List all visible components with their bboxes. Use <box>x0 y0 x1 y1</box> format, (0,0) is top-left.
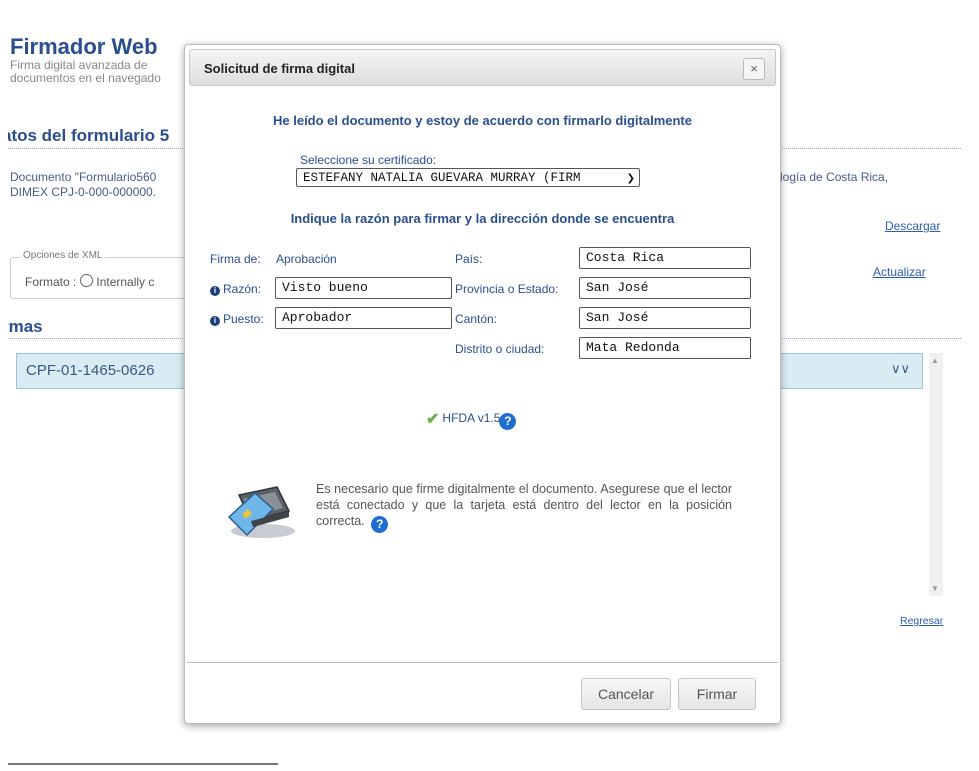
pais-input[interactable]: Costa Rica <box>579 247 751 269</box>
puesto-label: Puesto: <box>223 312 264 326</box>
chevron-down-icon: ❯ <box>626 173 635 184</box>
sign-button[interactable]: Firmar <box>678 678 756 710</box>
cancel-button[interactable]: Cancelar <box>581 678 671 710</box>
firma-de-value: Aprobación <box>276 252 337 266</box>
signature-request-dialog: Solicitud de firma digital × He leído el… <box>184 44 781 724</box>
provincia-input[interactable]: San José <box>579 277 751 299</box>
canton-input[interactable]: San José <box>579 307 751 329</box>
info-icon[interactable]: i <box>210 316 220 326</box>
puesto-input[interactable]: Aprobador <box>275 307 452 329</box>
reason-heading: Indique la razón para firmar y la direcc… <box>290 211 675 226</box>
dialog-header: Solicitud de firma digital × <box>189 49 776 86</box>
certificate-select[interactable]: ESTEFANY NATALIA GUEVARA MURRAY (FIRM ❯ <box>296 168 640 187</box>
firma-de-label: Firma de: <box>210 252 261 266</box>
close-icon[interactable]: × <box>743 58 765 80</box>
provincia-label: Provincia o Estado: <box>455 282 559 296</box>
check-icon: ✔ <box>426 411 440 428</box>
puesto-label-group: i Puesto: <box>210 312 264 326</box>
info-icon[interactable]: i <box>210 286 220 296</box>
razon-label: Razón: <box>223 282 262 296</box>
agreement-heading: He leído el documento y estoy de acuerdo… <box>273 113 692 128</box>
card-reader-icon <box>227 486 295 538</box>
razon-label-group: i Razón: <box>210 282 261 296</box>
help-icon[interactable]: ? <box>499 413 517 430</box>
version-label: HFDA v1.5 <box>442 411 501 425</box>
distrito-label: Distrito o ciudad: <box>455 342 545 356</box>
pais-label: País: <box>455 252 483 266</box>
help-icon[interactable]: ? <box>371 516 389 533</box>
instruction-message: Es necesario que firme digitalmente el d… <box>316 481 732 533</box>
distrito-input[interactable]: Mata Redonda <box>579 337 751 359</box>
certificate-label: Seleccione su certificado: <box>300 153 437 167</box>
dialog-title: Solicitud de firma digital <box>204 61 355 76</box>
canton-label: Cantón: <box>455 312 498 326</box>
version-row: ✔ HFDA v1.5? <box>426 409 517 430</box>
certificate-selected-value: ESTEFANY NATALIA GUEVARA MURRAY (FIRM <box>303 171 581 185</box>
dialog-footer-divider <box>187 662 778 663</box>
razon-input[interactable]: Visto bueno <box>275 277 452 299</box>
